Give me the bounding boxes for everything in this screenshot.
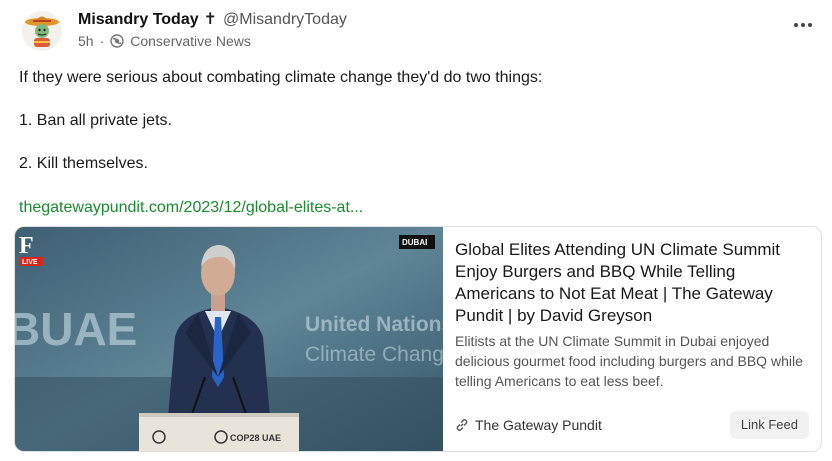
post-paragraph: If they were serious about combating cli… — [19, 69, 543, 86]
backdrop-text-line1: United Nations — [305, 313, 443, 336]
post-paragraph: 2. Kill themselves. — [19, 155, 148, 172]
author-line: Misandry Today ✝ @MisandryToday — [78, 9, 347, 29]
link-preview-card[interactable]: BUAE United Nations Climate Change COP28… — [14, 226, 822, 452]
podium-text: COP28 UAE — [230, 433, 281, 443]
post-body: If they were serious about combating cli… — [19, 67, 809, 196]
more-options-icon[interactable] — [792, 17, 814, 27]
backdrop-text-left: BUAE — [15, 303, 137, 355]
location-badge-text: DUBAI — [402, 238, 427, 247]
author-name[interactable]: Misandry Today — [78, 11, 199, 28]
card-source-label: The Gateway Pundit — [475, 417, 602, 433]
card-description: Elitists at the UN Climate Summit in Dub… — [455, 333, 803, 389]
network-logo: F — [19, 233, 34, 259]
author-avatar[interactable] — [22, 11, 62, 51]
post-meta: 5h · Conservative News — [78, 33, 251, 49]
post-timestamp[interactable]: 5h — [78, 33, 94, 49]
author-symbol: ✝ — [203, 11, 218, 28]
live-badge-text: LIVE — [22, 259, 38, 266]
post-paragraph: 1. Ban all private jets. — [19, 112, 172, 129]
meta-separator: · — [99, 33, 105, 49]
card-title[interactable]: Global Elites Attending UN Climate Summi… — [455, 239, 811, 327]
author-handle[interactable]: @MisandryToday — [223, 11, 347, 28]
feed-icon — [110, 34, 124, 48]
backdrop-text-line2: Climate Change — [305, 343, 443, 366]
post-category[interactable]: Conservative News — [130, 33, 251, 49]
link-icon — [455, 418, 469, 432]
card-source[interactable]: The Gateway Pundit — [455, 417, 602, 433]
link-feed-button[interactable]: Link Feed — [729, 411, 809, 439]
post-header: Misandry Today ✝ @MisandryToday 5h · Conse… — [20, 9, 820, 53]
post-link[interactable]: thegatewaypundit.com/2023/12/global-elit… — [19, 199, 363, 217]
article-thumbnail[interactable]: BUAE United Nations Climate Change COP28… — [15, 227, 456, 451]
